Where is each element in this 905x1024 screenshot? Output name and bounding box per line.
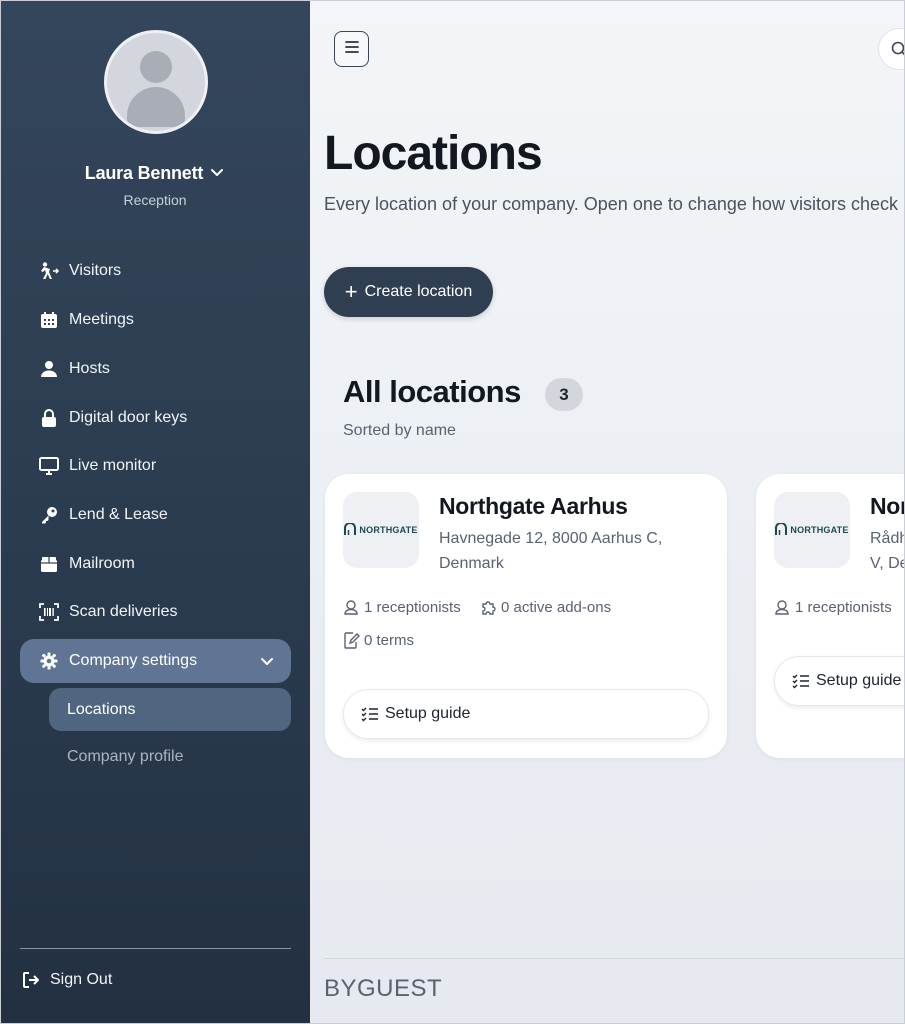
sidebar-item-mailroom[interactable]: Mailroom bbox=[38, 552, 135, 576]
checklist-icon bbox=[792, 673, 810, 689]
receptionists-count: 1 receptionists bbox=[774, 598, 892, 616]
chevron-down-icon bbox=[259, 653, 275, 674]
sidebar-subitem-company-profile[interactable]: Company profile bbox=[67, 748, 184, 766]
sidebar-item-scan-deliveries[interactable]: Scan deliveries bbox=[38, 600, 178, 624]
sidebar-divider bbox=[20, 948, 291, 949]
barcode-icon bbox=[38, 602, 60, 622]
page-description: Every location of your company. Open one… bbox=[324, 194, 898, 214]
brand-logo: BYGUEST bbox=[324, 975, 443, 1002]
section-title: All locations bbox=[343, 374, 521, 409]
footer-divider bbox=[324, 958, 905, 959]
avatar-placeholder-icon bbox=[140, 51, 172, 83]
avatar[interactable] bbox=[104, 30, 208, 134]
location-logo: NORTHGATE bbox=[343, 492, 419, 568]
receptionist-icon bbox=[774, 598, 792, 616]
calendar-icon bbox=[38, 310, 60, 330]
gear-icon bbox=[38, 651, 60, 671]
terms-count: 0 terms bbox=[343, 631, 414, 649]
plus-icon: + bbox=[344, 279, 358, 304]
location-count-badge: 3 bbox=[545, 378, 583, 411]
receptionist-icon bbox=[343, 598, 361, 616]
chevron-down-icon bbox=[209, 164, 225, 185]
document-edit-icon bbox=[343, 631, 361, 649]
sidebar-item-live-monitor[interactable]: Live monitor bbox=[38, 454, 156, 478]
visitor-icon bbox=[38, 261, 60, 281]
northgate-arch-icon bbox=[775, 522, 790, 537]
location-logo: NORTHGATE bbox=[774, 492, 850, 568]
northgate-arch-icon bbox=[344, 522, 359, 537]
search-button[interactable] bbox=[878, 28, 905, 70]
sign-out-icon bbox=[22, 970, 42, 990]
user-name: Laura Bennett bbox=[84, 163, 204, 183]
lock-icon bbox=[38, 408, 60, 428]
user-role: Reception bbox=[123, 192, 187, 208]
puzzle-icon bbox=[480, 598, 498, 616]
sign-out-button[interactable]: Sign Out bbox=[22, 970, 112, 990]
sidebar-item-lend-lease[interactable]: Lend & Lease bbox=[38, 503, 168, 527]
sort-label: Sorted by name bbox=[343, 422, 456, 439]
page-title: Locations bbox=[324, 127, 543, 180]
host-icon bbox=[38, 359, 60, 379]
monitor-icon bbox=[38, 456, 60, 476]
setup-guide-button[interactable]: Setup guide bbox=[343, 689, 709, 739]
location-card[interactable]: NORTHGATE Nor Rådh V, De 1 receptionists… bbox=[756, 474, 905, 758]
location-name: Nor bbox=[870, 493, 905, 519]
hamburger-icon bbox=[344, 40, 359, 58]
checklist-icon bbox=[361, 706, 379, 722]
addons-count: 0 active add-ons bbox=[480, 598, 611, 616]
location-card[interactable]: NORTHGATE Northgate Aarhus Havnegade 12,… bbox=[325, 474, 727, 758]
sidebar-item-meetings[interactable]: Meetings bbox=[38, 308, 134, 332]
sidebar-item-visitors[interactable]: Visitors bbox=[38, 259, 121, 283]
sidebar-item-hosts[interactable]: Hosts bbox=[38, 357, 110, 381]
sidebar: Laura Bennett Reception Visitors Meeting… bbox=[0, 0, 310, 1024]
package-icon bbox=[38, 554, 60, 574]
sidebar-item-digital-door-keys[interactable]: Digital door keys bbox=[38, 406, 187, 430]
main-content: Locations Every location of your company… bbox=[310, 0, 905, 1024]
user-menu[interactable]: Laura Bennett bbox=[0, 163, 310, 185]
create-location-button[interactable]: + Create location bbox=[324, 267, 493, 317]
sidebar-subitem-locations[interactable]: Locations bbox=[49, 688, 291, 731]
receptionists-count: 1 receptionists bbox=[343, 598, 461, 616]
location-address: Havnegade 12, 8000 Aarhus C, Denmark bbox=[439, 530, 663, 572]
sidebar-item-company-settings[interactable]: Company settings bbox=[20, 639, 291, 683]
key-icon bbox=[38, 505, 60, 525]
location-name: Northgate Aarhus bbox=[439, 493, 628, 519]
setup-guide-button[interactable]: Setup guide bbox=[774, 656, 905, 706]
location-address: Rådh V, De bbox=[870, 530, 905, 572]
menu-toggle-button[interactable] bbox=[334, 31, 369, 67]
